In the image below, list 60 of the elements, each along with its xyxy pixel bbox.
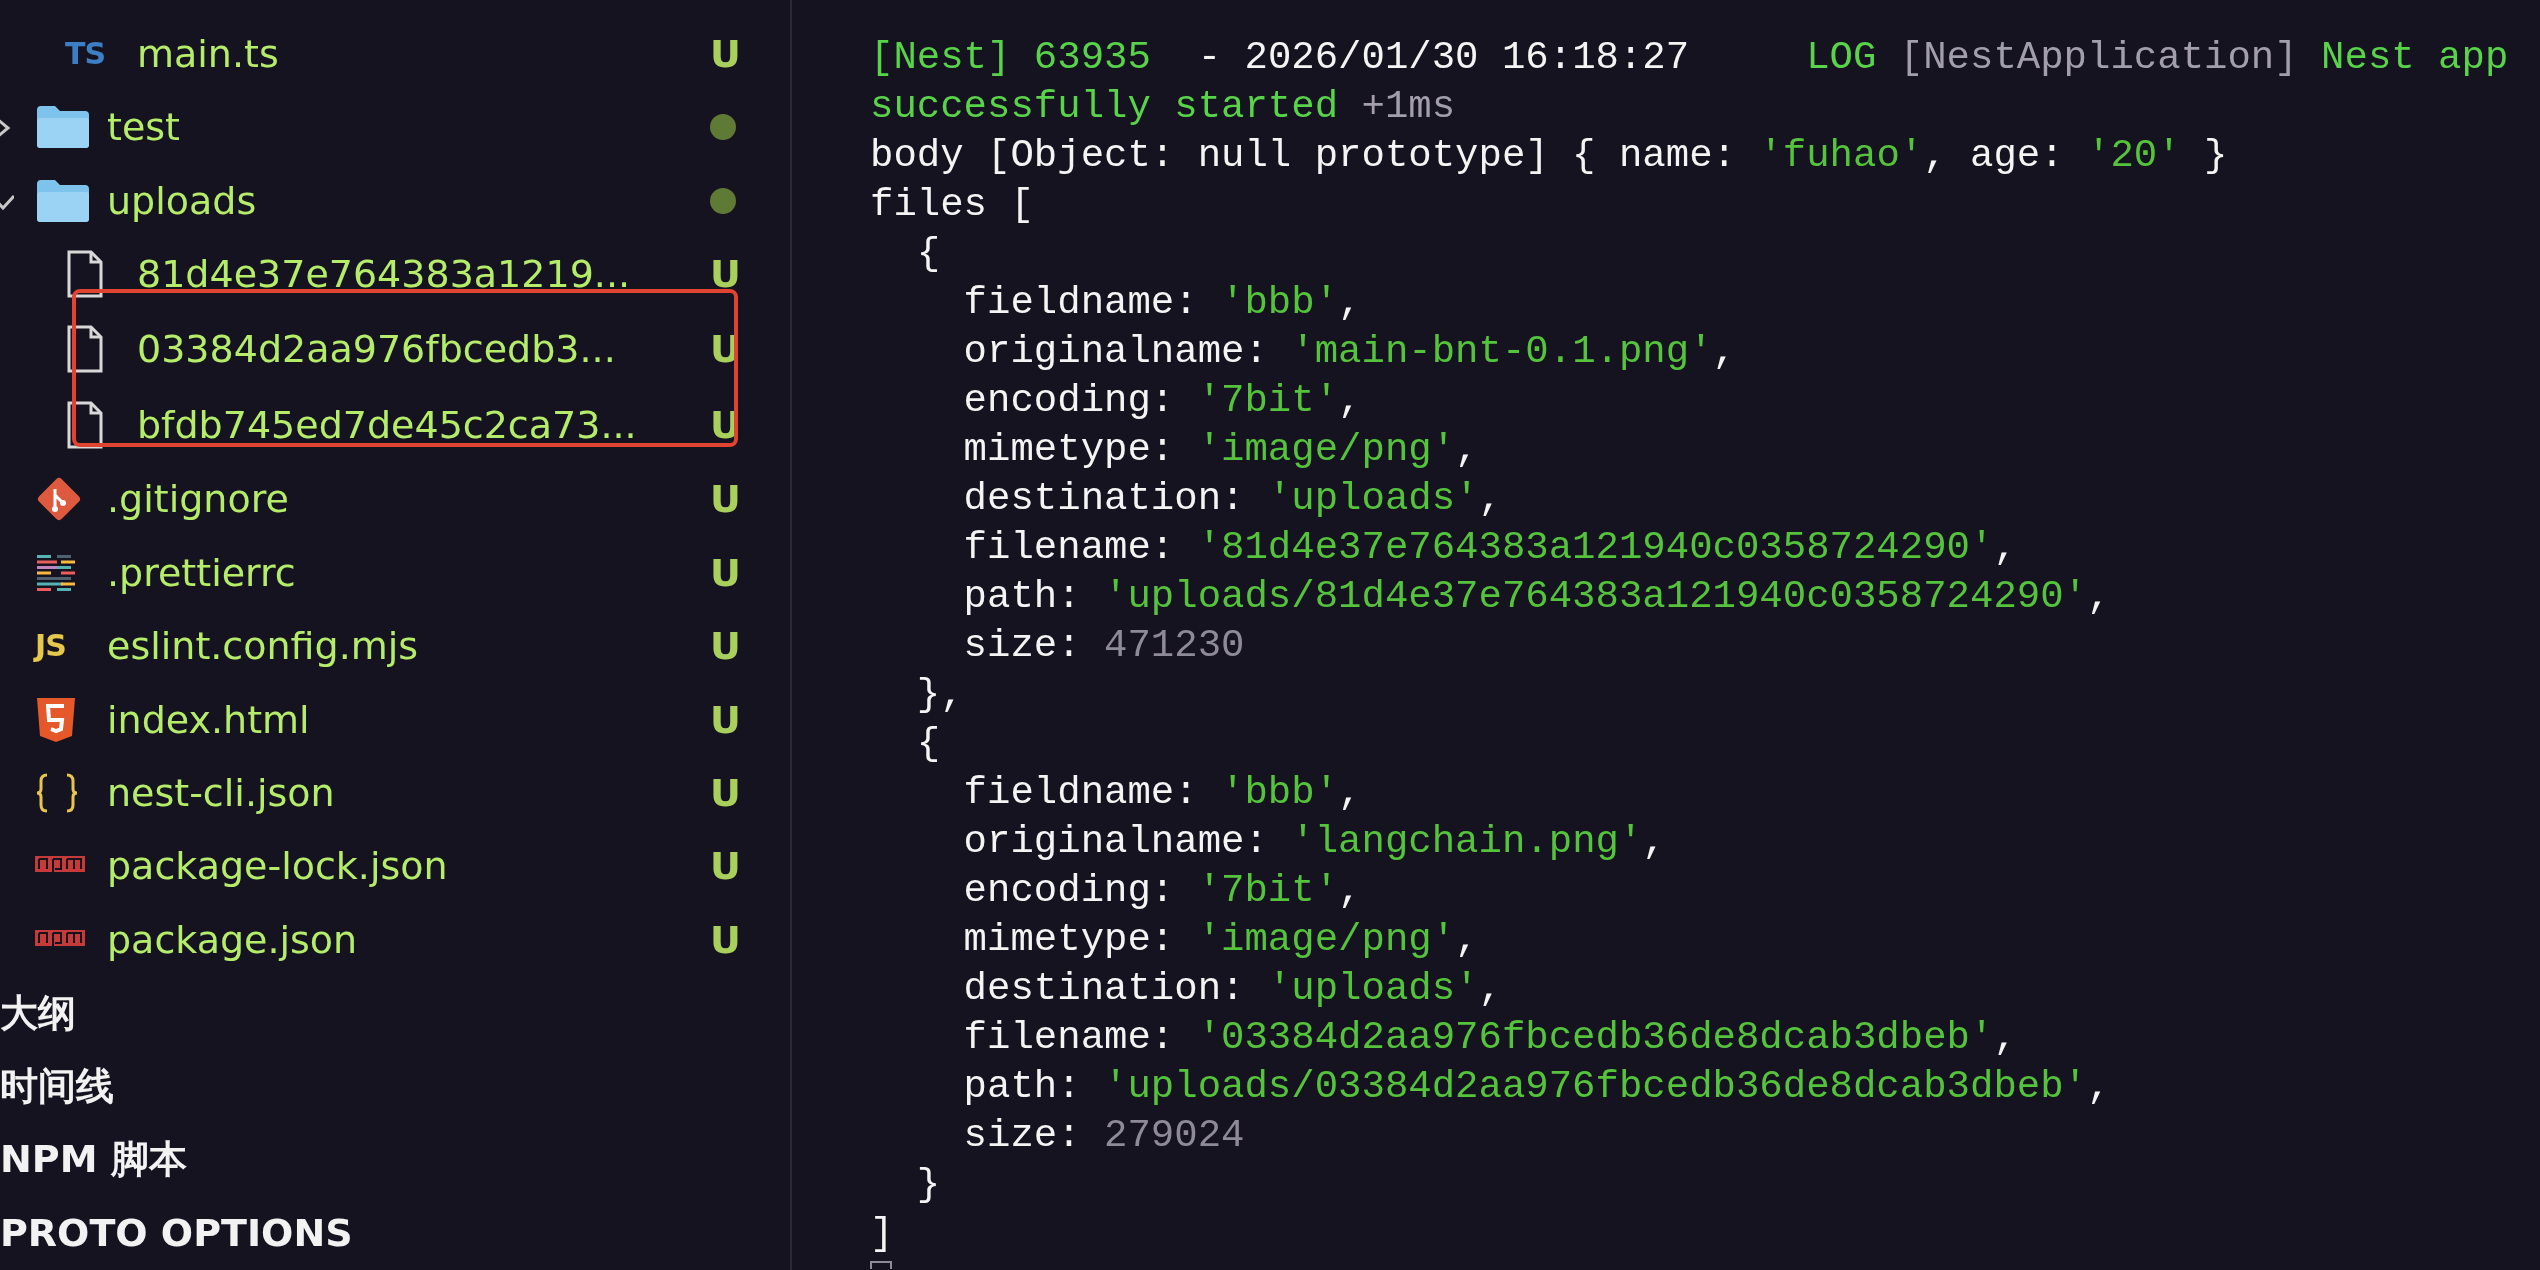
log-line: path: 'uploads/81d4e37e764383a121940c0358724290', <box>962 574 2112 621</box>
log-line: mimetype: 'image/png', <box>962 427 1480 474</box>
log-line: } <box>915 1162 942 1209</box>
html-icon <box>35 695 77 744</box>
file-name[interactable]: eslint.config.mjs <box>107 624 710 669</box>
git-status: U <box>710 31 740 76</box>
file-name[interactable]: .prettierrc <box>107 550 710 595</box>
log-line: files [ <box>870 182 1035 229</box>
log-line: originalname: 'langchain.png', <box>962 819 1667 866</box>
log-line: destination: 'uploads', <box>962 476 1503 523</box>
file-name[interactable]: nest-cli.json <box>107 770 710 815</box>
file-name[interactable]: 03384d2aa976fbcedb3... <box>137 326 710 371</box>
folder-icon <box>35 179 91 222</box>
javascript-icon: JS <box>35 631 66 662</box>
file-name[interactable]: index.html <box>107 697 710 742</box>
folder-name[interactable]: uploads <box>107 178 710 223</box>
file-name[interactable]: 81d4e37e764383a1219... <box>137 251 710 296</box>
log-line: encoding: '7bit', <box>962 378 1363 425</box>
git-status: U <box>710 550 740 595</box>
file-name[interactable]: bfdb745ed7de45c2ca73... <box>137 402 710 447</box>
log-line: successfully started +1ms <box>870 84 1457 131</box>
file-name[interactable]: package-lock.json <box>107 844 710 889</box>
log-line: size: 471230 <box>962 623 1246 670</box>
git-status: U <box>710 251 740 296</box>
log-line: mimetype: 'image/png', <box>962 917 1480 964</box>
git-status: U <box>710 477 740 522</box>
log-line: path: 'uploads/03384d2aa976fbcedb36de8dcab3dbeb', <box>962 1064 2112 1111</box>
folder-name[interactable]: test <box>107 105 710 150</box>
section-header[interactable]: NPM 脚本 <box>0 1134 187 1186</box>
log-line: }, <box>915 672 965 719</box>
log-line: fieldname: 'bbb', <box>962 280 1363 327</box>
git-status: U <box>710 624 740 669</box>
log-line: filename: '03384d2aa976fbcedb36de8dcab3dbeb', <box>962 1015 2018 1062</box>
log-line: filename: '81d4e37e764383a121940c0358724290', <box>962 525 2018 572</box>
log-line: originalname: 'main-bnt-0.1.png', <box>962 329 1737 376</box>
log-line: size: 279024 <box>962 1113 1246 1160</box>
typescript-icon: TS <box>65 38 106 69</box>
log-line: destination: 'uploads', <box>962 966 1503 1013</box>
log-line: fieldname: 'bbb', <box>962 770 1363 817</box>
file-name[interactable]: package.json <box>107 917 710 962</box>
log-line: { <box>915 231 942 278</box>
log-line: [Nest] 63935 - 2026/01/30 16:18:27 LOG [NestApplication] Nest app <box>870 35 2510 82</box>
git-status: U <box>710 917 740 962</box>
file-icon <box>65 324 105 373</box>
file-name[interactable]: .gitignore <box>107 477 710 522</box>
git-status: U <box>710 844 740 889</box>
folder-icon <box>35 106 91 149</box>
file-icon <box>65 249 105 298</box>
section-header[interactable]: 大纲 <box>0 987 76 1039</box>
file-name[interactable]: main.ts <box>137 31 710 76</box>
section-header[interactable]: 时间线 <box>0 1061 114 1113</box>
git-status: U <box>710 770 740 815</box>
file-icon <box>65 400 105 449</box>
log-line: encoding: '7bit', <box>962 868 1363 915</box>
git-status: U <box>710 697 740 742</box>
log-line: body [Object: null prototype] { name: 'fuhao', age: '20' } <box>870 133 2229 180</box>
section-header[interactable]: PROTO OPTIONS <box>0 1211 353 1256</box>
log-line: ] <box>870 1211 895 1258</box>
log-line: { <box>915 721 942 768</box>
terminal-cursor <box>870 1261 892 1269</box>
